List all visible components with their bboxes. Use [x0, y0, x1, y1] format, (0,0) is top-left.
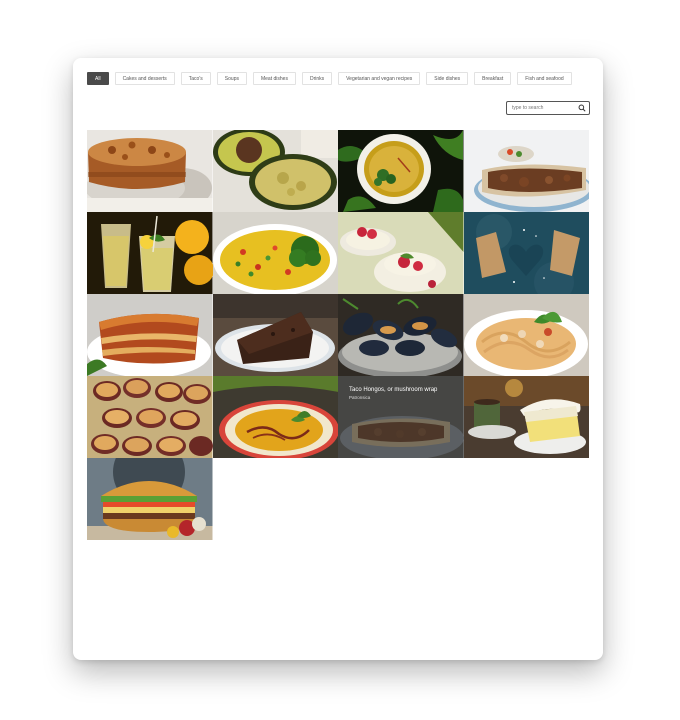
- filter-cakes-and-desserts[interactable]: Cakes and desserts: [114, 72, 175, 85]
- lemonade-photo: [87, 212, 213, 294]
- gallery-item[interactable]: [338, 294, 464, 376]
- burger-photo: [87, 458, 213, 540]
- gallery-item[interactable]: [212, 130, 338, 212]
- pumpkin-soup-photo: [212, 376, 338, 458]
- gallery-item[interactable]: [212, 376, 338, 458]
- gallery-item[interactable]: [87, 130, 213, 212]
- gallery-item[interactable]: [212, 212, 338, 294]
- corn-salad-photo: [212, 212, 338, 294]
- filter-side-dishes[interactable]: Side dishes: [426, 72, 469, 85]
- avocado-photo: [212, 130, 338, 212]
- heart-waffle-photo: [463, 212, 589, 294]
- gallery-card: All Cakes and desserts Taco's Soups Meat…: [73, 58, 603, 660]
- panna-cotta-photo: [338, 212, 464, 294]
- item-title[interactable]: Taco Hongos, or mushroom wrap: [349, 387, 437, 393]
- gallery-item[interactable]: [87, 376, 213, 458]
- gallery-item[interactable]: [463, 212, 589, 294]
- gallery-item[interactable]: [87, 294, 213, 376]
- item-category: Patronsica: [349, 395, 371, 400]
- soup-photo: [338, 130, 464, 212]
- filter-drinks[interactable]: Drinks: [301, 72, 333, 85]
- gallery-item[interactable]: [87, 458, 213, 540]
- filter-meat-dishes[interactable]: Meat dishes: [252, 72, 296, 85]
- lasagna-photo: [87, 294, 213, 376]
- filter-breakfast[interactable]: Breakfast: [474, 72, 512, 85]
- gallery-item[interactable]: [338, 130, 464, 212]
- gallery-item[interactable]: [338, 212, 464, 294]
- gallery-item[interactable]: [87, 212, 213, 294]
- search-box: [506, 101, 590, 115]
- plum-tart-photo: [87, 376, 213, 458]
- search-icon[interactable]: [578, 104, 586, 112]
- filter-soups[interactable]: Soups: [216, 72, 247, 85]
- gallery-item[interactable]: [463, 294, 589, 376]
- recipe-gallery-grid: Taco Hongos, or mushroom wrap Patronsica: [87, 130, 589, 540]
- gallery-item[interactable]: [463, 130, 589, 212]
- gallery-item[interactable]: [463, 376, 589, 458]
- lemon-cake-photo: [463, 376, 589, 458]
- pasta-photo: [463, 294, 589, 376]
- category-filter-bar: All Cakes and desserts Taco's Soups Meat…: [87, 72, 572, 85]
- filter-fish-and-seafood[interactable]: Fish and seafood: [517, 72, 572, 85]
- filter-all[interactable]: All: [87, 72, 109, 85]
- filter-tacos[interactable]: Taco's: [180, 72, 211, 85]
- meat-wrap-photo: [463, 130, 589, 212]
- gallery-item-taco-hongos[interactable]: Taco Hongos, or mushroom wrap Patronsica: [338, 376, 464, 458]
- mussels-photo: [338, 294, 464, 376]
- filter-vegetarian-and-vegan[interactable]: Vegetarian and vegan recipes: [338, 72, 421, 85]
- search-input[interactable]: [507, 102, 577, 114]
- gallery-item[interactable]: [212, 294, 338, 376]
- chocolate-cake-photo: [212, 294, 338, 376]
- pie-photo: [87, 130, 213, 212]
- item-caption: Taco Hongos, or mushroom wrap Patronsica: [349, 387, 437, 400]
